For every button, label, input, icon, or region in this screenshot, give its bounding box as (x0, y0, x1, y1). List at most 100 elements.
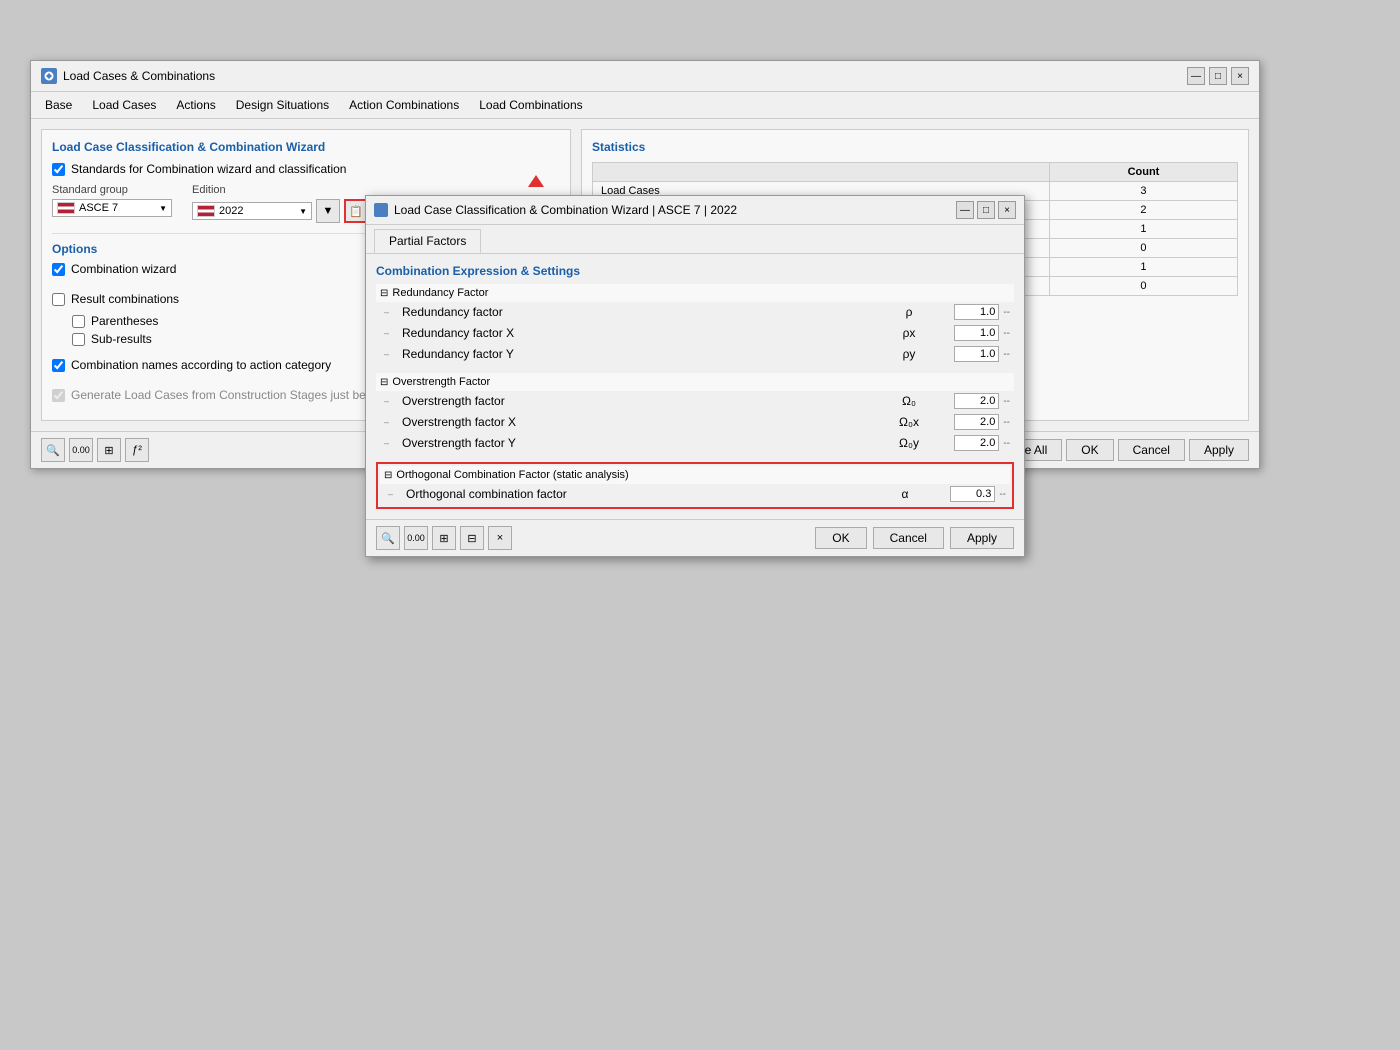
overstrength-factor-x-label: Overstrength factor X (398, 415, 884, 429)
filter-icon-btn[interactable]: ▼ (316, 199, 340, 223)
overstrength-collapse-icon[interactable]: ⊟ (380, 377, 388, 388)
combo-section-title: Combination Expression & Settings (376, 264, 1014, 278)
inner-delete-icon-btn[interactable]: × (488, 526, 512, 550)
overstrength-factor-group-label: Overstrength Factor (392, 376, 490, 388)
overstrength-factor-symbol: Ω₀ (884, 394, 934, 408)
overstrength-factor-y-unit: -- (1003, 438, 1010, 449)
redundancy-factor-symbol: ρ (884, 305, 934, 319)
inner-apply-button[interactable]: Apply (950, 527, 1014, 549)
minimize-button[interactable]: — (1187, 67, 1205, 85)
stats-row-count: 0 (1049, 277, 1237, 296)
close-button[interactable]: × (1231, 67, 1249, 85)
num-icon-btn[interactable]: 0.00 (69, 438, 93, 462)
redundancy-factor-y-input[interactable] (954, 346, 999, 362)
parentheses-checkbox[interactable] (72, 315, 85, 328)
inner-dialog-title: Load Case Classification & Combination W… (394, 203, 737, 217)
tab-partial-factors[interactable]: Partial Factors (374, 229, 481, 253)
orthogonal-factor-symbol: α (880, 487, 930, 501)
stats-row-count: 2 (1049, 201, 1237, 220)
overstrength-factor-row: – Overstrength factor Ω₀ -- (384, 391, 1014, 412)
combination-names-checkbox[interactable] (52, 359, 65, 372)
orthogonal-factor-items: – Orthogonal combination factor α -- (388, 484, 1010, 505)
standard-select-box[interactable]: ASCE 7 ▼ (52, 199, 172, 217)
overstrength-factor-x-symbol: Ω₀x (884, 415, 934, 429)
orthogonal-factor-label: Orthogonal combination factor (402, 487, 880, 501)
edition-dropdown-arrow: ▼ (299, 207, 307, 216)
maximize-button[interactable]: □ (1209, 67, 1227, 85)
inner-close-button[interactable]: × (998, 201, 1016, 219)
apply-button[interactable]: Apply (1189, 439, 1249, 461)
ok-button[interactable]: OK (1066, 439, 1113, 461)
footer-right-buttons: OK Cancel Apply (815, 527, 1014, 549)
cancel-button[interactable]: Cancel (1118, 439, 1185, 461)
inner-num-icon-btn[interactable]: 0.00 (404, 526, 428, 550)
redundancy-factor-row: – Redundancy factor ρ -- (384, 302, 1014, 323)
inner-paste-icon-btn[interactable]: ⊟ (460, 526, 484, 550)
inner-dialog-content: Combination Expression & Settings ⊟ Redu… (366, 254, 1024, 519)
inner-ok-button[interactable]: OK (815, 527, 866, 549)
redundancy-factor-group-label: Redundancy Factor (392, 287, 488, 299)
stats-col-name (593, 163, 1050, 182)
app-icon (41, 68, 57, 84)
redundancy-factor-y-row: – Redundancy factor Y ρy -- (384, 344, 1014, 365)
standard-group-field: Standard group ASCE 7 ▼ (52, 184, 172, 223)
redundancy-factor-x-value-cell: -- (934, 325, 1014, 341)
overstrength-factor-x-unit: -- (1003, 417, 1010, 428)
overstrength-factor-group-header: ⊟ Overstrength Factor (376, 373, 1014, 391)
table-icon-btn[interactable]: ⊞ (97, 438, 121, 462)
menu-load-combinations[interactable]: Load Combinations (469, 94, 592, 116)
redundancy-collapse-icon[interactable]: ⊟ (380, 288, 388, 299)
standards-checkbox-row: Standards for Combination wizard and cla… (52, 162, 560, 176)
edition-value: 2022 (219, 205, 243, 217)
standards-checkbox[interactable] (52, 163, 65, 176)
redundancy-factor-unit: -- (1003, 307, 1010, 318)
overstrength-factor-x-input[interactable] (954, 414, 999, 430)
menu-base[interactable]: Base (35, 94, 82, 116)
overstrength-factor-items: – Overstrength factor Ω₀ -- – Overstreng… (384, 391, 1014, 454)
stats-row-count: 3 (1049, 182, 1237, 201)
menu-load-cases[interactable]: Load Cases (82, 94, 166, 116)
inner-title-left: Load Case Classification & Combination W… (374, 203, 737, 217)
orthogonal-factor-group-container: ⊟ Orthogonal Combination Factor (static … (376, 462, 1014, 509)
orthogonal-factor-input[interactable] (950, 486, 995, 502)
inner-maximize-button[interactable]: □ (977, 201, 995, 219)
redundancy-factor-x-unit: -- (1003, 328, 1010, 339)
menu-actions[interactable]: Actions (166, 94, 225, 116)
overstrength-factor-y-input[interactable] (954, 435, 999, 451)
standard-group-label: Standard group (52, 184, 172, 196)
redundancy-factor-input[interactable] (954, 304, 999, 320)
overstrength-factor-y-symbol: Ω₀y (884, 436, 934, 450)
overstrength-factor-y-row: – Overstrength factor Y Ω₀y -- (384, 433, 1014, 454)
stats-row-count: 1 (1049, 258, 1237, 277)
main-window-title: Load Cases & Combinations (63, 69, 215, 83)
redundancy-factor-x-label: Redundancy factor X (398, 326, 884, 340)
formula-icon-btn[interactable]: ƒ² (125, 438, 149, 462)
combination-wizard-checkbox[interactable] (52, 263, 65, 276)
sub-results-checkbox[interactable] (72, 333, 85, 346)
inner-cancel-button[interactable]: Cancel (873, 527, 944, 549)
edition-select-box[interactable]: 2022 ▼ (192, 202, 312, 220)
menu-action-combinations[interactable]: Action Combinations (339, 94, 469, 116)
search-icon-btn[interactable]: 🔍 (41, 438, 65, 462)
inner-search-icon-btn[interactable]: 🔍 (376, 526, 400, 550)
inner-minimize-button[interactable]: — (956, 201, 974, 219)
stats-row-count: 0 (1049, 239, 1237, 258)
redundancy-factor-y-symbol: ρy (884, 347, 934, 361)
menu-design-situations[interactable]: Design Situations (226, 94, 339, 116)
orthogonal-collapse-icon[interactable]: ⊟ (384, 470, 392, 481)
redundancy-factor-value-cell: -- (934, 304, 1014, 320)
generate-load-cases-checkbox (52, 389, 65, 402)
redundancy-factor-group-header: ⊟ Redundancy Factor (376, 284, 1014, 302)
inner-dialog: Load Case Classification & Combination W… (365, 195, 1025, 557)
standard-select[interactable]: ASCE 7 ▼ (52, 199, 172, 217)
inner-copy-icon-btn[interactable]: ⊞ (432, 526, 456, 550)
overstrength-factor-input[interactable] (954, 393, 999, 409)
edition-select[interactable]: 2022 ▼ ▼ 📋 (192, 199, 368, 223)
orthogonal-factor-value-cell: -- (930, 486, 1010, 502)
result-combinations-checkbox[interactable] (52, 293, 65, 306)
orthogonal-factor-row: – Orthogonal combination factor α -- (388, 484, 1010, 505)
menu-bar: Base Load Cases Actions Design Situation… (31, 92, 1259, 119)
redundancy-factor-x-symbol: ρx (884, 326, 934, 340)
redundancy-factor-x-input[interactable] (954, 325, 999, 341)
overstrength-factor-y-label: Overstrength factor Y (398, 436, 884, 450)
